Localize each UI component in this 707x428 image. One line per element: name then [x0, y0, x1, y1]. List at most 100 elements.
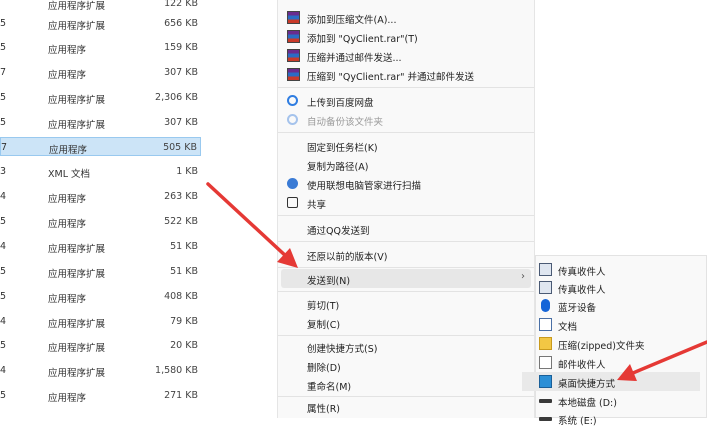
menu-item-add-to-archive[interactable]: 添加到压缩文件(A)... [278, 8, 534, 27]
menu-separator [278, 215, 534, 216]
menu-item-label: 剪切(T) [307, 301, 340, 312]
row-number: 5 [0, 291, 6, 302]
file-type: 应用程序扩展 [48, 368, 106, 379]
menu-item-add-to-rar[interactable]: 添加到 "QyClient.rar"(T) [278, 27, 534, 46]
file-row[interactable]: 5 应用程序 408 KB [0, 287, 201, 306]
row-number: 5 [0, 340, 6, 351]
menu-item-copy[interactable]: 复制(C) [278, 313, 534, 332]
file-type: 应用程序 [49, 145, 88, 156]
file-size: 505 KB [163, 142, 197, 153]
submenu-item-label: 传真收件人 [558, 267, 606, 278]
file-size: 263 KB [164, 191, 198, 202]
submenu-item-zip-folder[interactable]: 压缩(zipped)文件夹 [536, 334, 706, 353]
row-number: 5 [0, 117, 6, 128]
file-type: 应用程序 [48, 45, 87, 56]
file-type: 应用程序 [48, 393, 87, 404]
file-size: 159 KB [164, 42, 198, 53]
menu-item-compress-email[interactable]: 压缩并通过邮件发送... [278, 46, 534, 65]
file-type: 应用程序扩展 [48, 1, 106, 12]
file-row[interactable]: 3 XML 文档 1 KB [0, 162, 201, 181]
row-number: 5 [0, 42, 6, 53]
file-row[interactable]: 5 应用程序扩展 307 KB [0, 113, 201, 132]
mail-icon [539, 356, 552, 369]
menu-item-rename[interactable]: 重命名(M) [278, 375, 534, 394]
menu-item-label: 压缩到 "QyClient.rar" 并通过邮件发送 [307, 72, 475, 83]
file-type: XML 文档 [48, 169, 91, 180]
submenu-item-mail-recipient[interactable]: 邮件收件人 [536, 353, 706, 372]
file-size: 51 KB [170, 241, 198, 252]
winrar-icon [287, 68, 300, 81]
row-number: 5 [0, 18, 6, 29]
menu-item-restore-versions[interactable]: 还原以前的版本(V) [278, 245, 534, 264]
file-size: 122 KB [164, 0, 198, 9]
file-type: 应用程序扩展 [48, 343, 106, 354]
menu-item-label: 压缩并通过邮件发送... [307, 53, 402, 64]
submenu-item-label: 传真收件人 [558, 285, 606, 296]
file-row[interactable]: 5 应用程序扩展 51 KB [0, 262, 201, 281]
file-row[interactable]: 4 应用程序扩展 79 KB [0, 312, 201, 331]
menu-item-copy-path[interactable]: 复制为路径(A) [278, 155, 534, 174]
winrar-icon [287, 49, 300, 62]
menu-item-lenovo-scan[interactable]: 使用联想电脑管家进行扫描 [278, 174, 534, 193]
menu-item-send-to[interactable]: 发送到(N) › [281, 269, 531, 288]
row-number: 3 [0, 166, 6, 177]
file-row[interactable]: 7 应用程序 307 KB [0, 63, 201, 82]
file-row[interactable]: 5 应用程序扩展 656 KB [0, 14, 201, 33]
file-row-selected[interactable]: 7 应用程序 505 KB [0, 137, 201, 156]
menu-item-delete[interactable]: 删除(D) [278, 356, 534, 375]
submenu-item-label: 蓝牙设备 [558, 303, 597, 314]
send-to-submenu: 传真收件人 传真收件人 蓝牙设备 文档 压缩(zipped)文件夹 邮件收件人 … [522, 255, 707, 427]
menu-item-label: 添加到 "QyClient.rar"(T) [307, 34, 418, 45]
submenu-item-bluetooth[interactable]: 蓝牙设备 [536, 296, 706, 315]
file-size: 656 KB [164, 18, 198, 29]
submenu-item-local-disk-d[interactable]: 本地磁盘 (D:) [536, 391, 706, 410]
menu-item-create-shortcut[interactable]: 创建快捷方式(S) [278, 337, 534, 356]
file-row[interactable]: 5 应用程序 159 KB [0, 38, 201, 57]
file-row[interactable]: 应用程序扩展 122 KB [0, 0, 201, 13]
menu-item-label: 复制为路径(A) [307, 162, 369, 173]
file-row[interactable]: 4 应用程序扩展 51 KB [0, 237, 201, 256]
menu-item-compress-rar-email[interactable]: 压缩到 "QyClient.rar" 并通过邮件发送 [278, 65, 534, 84]
submenu-item-fax-recipient[interactable]: 传真收件人 [536, 278, 706, 297]
file-row[interactable]: 5 应用程序 271 KB [0, 386, 201, 405]
file-row[interactable]: 5 应用程序扩展 2,306 KB [0, 88, 201, 107]
file-type: 应用程序扩展 [48, 244, 106, 255]
file-type: 应用程序扩展 [48, 21, 106, 32]
submenu-item-label: 压缩(zipped)文件夹 [558, 341, 645, 352]
file-row[interactable]: 4 应用程序扩展 1,580 KB [0, 361, 201, 380]
menu-separator [278, 132, 534, 133]
menu-item-upload-baidu[interactable]: 上传到百度网盘 [278, 91, 534, 110]
share-icon [287, 197, 298, 208]
file-size: 51 KB [170, 266, 198, 277]
baidu-netdisk-icon [287, 95, 298, 106]
file-size: 271 KB [164, 390, 198, 401]
menu-item-label: 共享 [307, 200, 327, 211]
menu-item-properties[interactable]: 属性(R) [278, 397, 534, 416]
file-row[interactable]: 5 应用程序扩展 20 KB [0, 336, 201, 355]
row-number: 4 [0, 316, 6, 327]
menu-item-cut[interactable]: 剪切(T) [278, 294, 534, 313]
submenu-item-fax-recipient[interactable]: 传真收件人 [536, 260, 706, 279]
winrar-icon [287, 11, 300, 24]
menu-item-send-via-qq[interactable]: 通过QQ发送到 [278, 219, 534, 238]
document-icon [539, 318, 552, 331]
chevron-right-icon: › [521, 271, 525, 282]
fax-icon [539, 281, 552, 294]
menu-item-label: 发送到(N) [307, 276, 351, 287]
row-number: 4 [0, 365, 6, 376]
submenu-item-documents[interactable]: 文档 [536, 315, 706, 334]
menu-item-label: 复制(C) [307, 320, 341, 331]
file-size: 408 KB [164, 291, 198, 302]
file-type: 应用程序 [48, 70, 87, 81]
menu-item-label: 通过QQ发送到 [307, 226, 370, 237]
file-size: 79 KB [170, 316, 198, 327]
menu-item-label: 重命名(M) [307, 382, 352, 393]
menu-item-pin-taskbar[interactable]: 固定到任务栏(K) [278, 136, 534, 155]
file-row[interactable]: 5 应用程序 522 KB [0, 212, 201, 231]
menu-item-share[interactable]: 共享 [278, 193, 534, 212]
submenu-item-desktop-shortcut[interactable]: 桌面快捷方式 [522, 372, 700, 391]
submenu-item-label: 本地磁盘 (D:) [558, 398, 617, 409]
submenu-item-system-e[interactable]: 系统 (E:) [536, 409, 706, 428]
file-row[interactable]: 4 应用程序 263 KB [0, 187, 201, 206]
file-size: 1,580 KB [155, 365, 198, 376]
